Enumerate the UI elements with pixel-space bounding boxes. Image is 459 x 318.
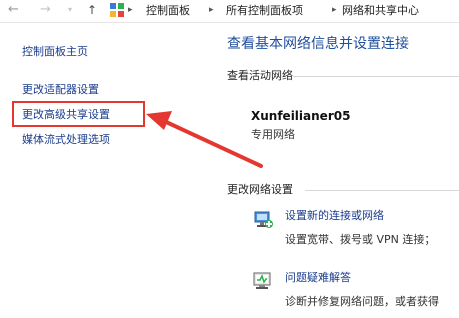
- recent-dropdown-icon[interactable]: ▾: [68, 2, 72, 18]
- new-connection-icon: [254, 211, 273, 228]
- sidebar-item-adapter-settings[interactable]: 更改适配器设置: [22, 83, 99, 97]
- up-arrow-icon[interactable]: ↑: [87, 2, 97, 18]
- network-name: Xunfeilianer05: [251, 109, 351, 123]
- troubleshoot-icon: [253, 272, 271, 289]
- highlight-box: [12, 101, 145, 127]
- page-title: 查看基本网络信息并设置连接: [227, 36, 409, 52]
- setup-connection-desc: 设置宽带、拨号或 VPN 连接；: [285, 233, 436, 246]
- breadcrumb-all-items[interactable]: 所有控制面板项: [226, 3, 303, 18]
- active-network-heading: 查看活动网络: [227, 69, 293, 82]
- sidebar-item-media-streaming[interactable]: 媒体流式处理选项: [22, 133, 110, 147]
- breadcrumb-control-panel[interactable]: 控制面板: [146, 3, 190, 18]
- breadcrumb-network-center[interactable]: 网络和共享中心: [342, 3, 419, 18]
- breadcrumb-separator-icon[interactable]: ▸: [209, 3, 214, 18]
- breadcrumb-separator-icon[interactable]: ▸: [332, 3, 337, 18]
- section-divider: [293, 76, 459, 77]
- back-arrow-icon[interactable]: ←: [8, 2, 19, 18]
- forward-arrow-icon[interactable]: →: [40, 2, 51, 18]
- control-panel-icon: [110, 3, 124, 17]
- breadcrumb-separator-icon: ▸: [128, 5, 133, 15]
- change-settings-heading: 更改网络设置: [227, 183, 293, 196]
- troubleshoot-desc: 诊断并修复网络问题，或者获得: [285, 295, 439, 308]
- address-bar: ← → ▾ ↑ ▸ 控制面板 ▸ 所有控制面板项 ▸ 网络和共享中心: [0, 0, 459, 23]
- network-type: 专用网络: [251, 128, 295, 141]
- sidebar-item-control-panel-home[interactable]: 控制面板主页: [22, 45, 88, 59]
- setup-connection-link[interactable]: 设置新的连接或网络: [285, 209, 384, 223]
- troubleshoot-link[interactable]: 问题疑难解答: [285, 271, 351, 285]
- section-divider: [305, 190, 459, 191]
